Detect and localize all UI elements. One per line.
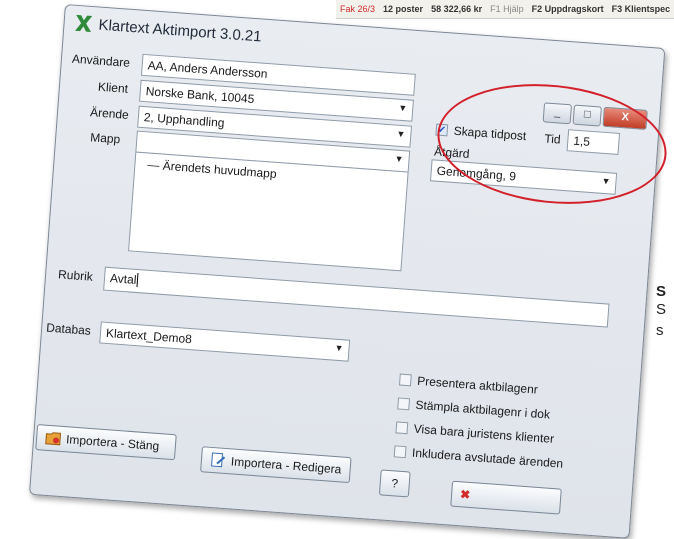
rubrik-input[interactable]: Avtal	[103, 266, 610, 328]
arende-value: 2, Upphandling	[143, 110, 225, 130]
klient-value: Norske Bank, 10045	[145, 84, 255, 107]
databas-label: Databas	[45, 320, 92, 338]
option-label: Visa bara juristens klienter	[413, 421, 555, 446]
option-presentera-checkbox[interactable]: Presentera aktbilagenr	[398, 373, 539, 397]
chevron-down-icon: ▼	[396, 128, 406, 140]
skapa-tidpost-label: Skapa tidpost	[453, 123, 527, 144]
text-caret	[136, 273, 139, 288]
atgard-label: Åtgärd	[433, 144, 470, 162]
side-text-2: S	[656, 301, 667, 318]
status-help[interactable]: F1 Hjälp	[490, 4, 524, 14]
atgard-select[interactable]: Genomgång, 9 ▼	[430, 159, 618, 195]
checkbox-icon	[397, 397, 411, 411]
anvandare-value: AA, Anders Andersson	[147, 58, 269, 81]
option-inkludera-checkbox[interactable]: Inkludera avslutade ärenden	[393, 444, 564, 471]
option-stampla-checkbox[interactable]: Stämpla aktbilagenr i dok	[397, 396, 551, 422]
side-text-3: s	[656, 322, 664, 339]
checkbox-icon	[398, 373, 412, 387]
rubrik-value: Avtal	[109, 271, 137, 287]
anvandare-label: Användare	[71, 51, 131, 70]
status-bar: Fak 26/3 12 poster 58 322,66 kr F1 Hjälp…	[336, 0, 674, 19]
tid-label: Tid	[543, 131, 562, 147]
option-label: Inkludera avslutade ärenden	[411, 445, 564, 471]
databas-select[interactable]: Klartext_Demo8 ▼	[99, 321, 351, 362]
window-controls: _ □ X	[542, 102, 648, 130]
maximize-button[interactable]: □	[572, 104, 602, 127]
cancel-button[interactable]: ✖	[450, 480, 562, 515]
chevron-down-icon: ▼	[601, 175, 611, 187]
checkbox-icon	[393, 445, 407, 459]
klartext-logo-icon	[75, 14, 93, 32]
aktimport-dialog: Klartext Aktimport 3.0.21 _ □ X Användar…	[28, 4, 666, 539]
atgard-value: Genomgång, 9	[436, 163, 517, 184]
folder-icon	[45, 432, 62, 446]
mapp-tree[interactable]: — Ärendets huvudmapp	[128, 151, 409, 272]
option-visa-checkbox[interactable]: Visa bara juristens klienter	[395, 420, 554, 446]
status-klientspec[interactable]: F3 Klientspec	[612, 4, 671, 14]
cancel-x-icon: ✖	[459, 487, 471, 502]
skapa-tidpost-checkbox[interactable]: ✔ Skapa tidpost	[435, 123, 527, 144]
close-button[interactable]: X	[602, 106, 648, 130]
status-invoice: Fak 26/3	[340, 4, 376, 14]
folder-item[interactable]: — Ärendets huvudmapp	[147, 157, 277, 180]
chevron-down-icon: ▼	[394, 153, 404, 165]
mapp-label: Mapp	[89, 130, 121, 147]
databas-value: Klartext_Demo8	[105, 325, 193, 347]
option-label: Stämpla aktbilagenr i dok	[415, 397, 551, 422]
tid-input[interactable]: 1,5	[566, 129, 621, 155]
minimize-button[interactable]: _	[542, 102, 573, 125]
folder-item-label: Ärendets huvudmapp	[162, 158, 278, 181]
window-title: Klartext Aktimport 3.0.21	[97, 16, 263, 46]
option-label: Presentera aktbilagenr	[416, 373, 539, 397]
status-posts: 12 poster	[383, 4, 424, 14]
status-uppdragskort[interactable]: F2 Uppdragskort	[532, 4, 604, 14]
arende-label: Ärende	[89, 105, 130, 122]
importera-stang-label: Importera - Stäng	[65, 432, 160, 454]
checkmark-icon: ✔	[435, 123, 449, 137]
help-button[interactable]: ?	[378, 469, 411, 498]
document-edit-icon	[211, 452, 226, 468]
klient-label: Klient	[97, 79, 129, 96]
chevron-down-icon: ▼	[334, 342, 344, 354]
checkbox-icon	[395, 421, 409, 435]
chevron-down-icon: ▼	[398, 102, 408, 114]
tid-value: 1,5	[572, 133, 591, 149]
importera-redigera-button[interactable]: Importera - Redigera	[200, 446, 352, 484]
importera-redigera-label: Importera - Redigera	[230, 454, 342, 477]
status-amount: 58 322,66 kr	[431, 4, 483, 14]
rubrik-label: Rubrik	[57, 267, 94, 284]
side-text-1: S	[656, 283, 667, 300]
importera-stang-button[interactable]: Importera - Stäng	[35, 424, 177, 461]
